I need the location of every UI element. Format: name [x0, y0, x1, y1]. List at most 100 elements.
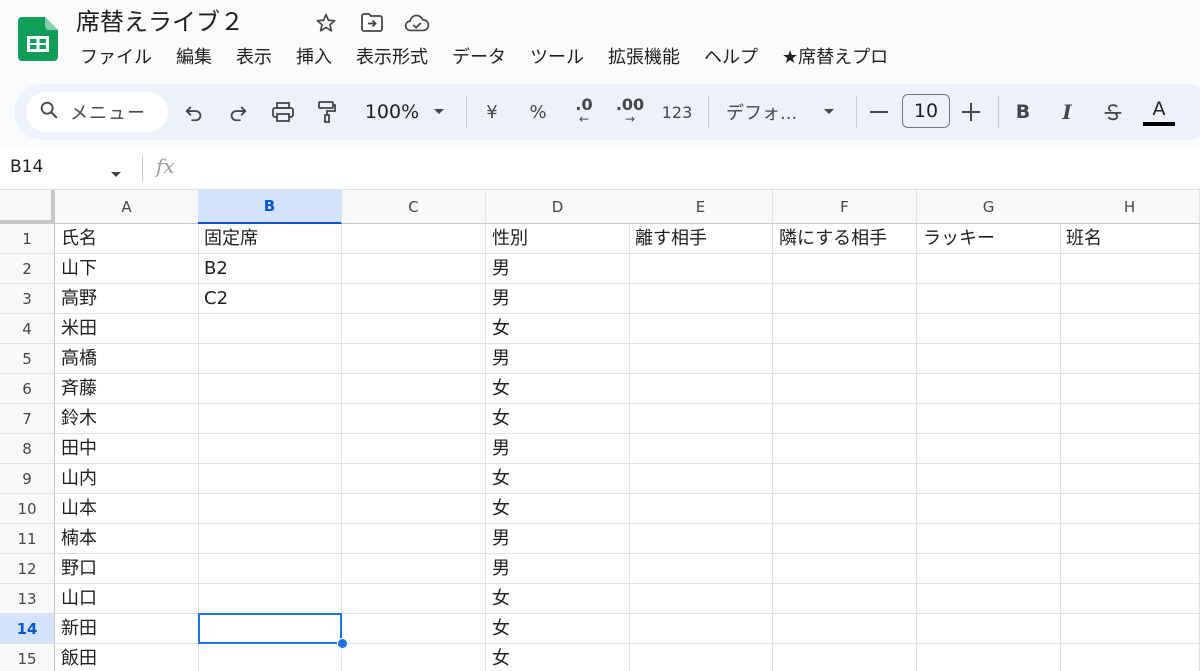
row-header-11[interactable]: 11	[0, 524, 55, 554]
cell-d13[interactable]: 女	[486, 584, 630, 614]
column-header-e[interactable]: E	[629, 190, 773, 224]
cell-e15[interactable]	[629, 644, 773, 671]
cell-g2[interactable]	[917, 254, 1061, 284]
cell-e2[interactable]	[629, 254, 773, 284]
cell-b6[interactable]	[198, 374, 342, 404]
cell-c10[interactable]	[342, 494, 486, 524]
cell-f15[interactable]	[773, 644, 917, 671]
cell-a6[interactable]: 斉藤	[55, 374, 199, 404]
cell-d8[interactable]: 男	[486, 434, 630, 464]
cell-f13[interactable]	[773, 584, 917, 614]
cell-f7[interactable]	[773, 404, 917, 434]
cell-f5[interactable]	[773, 344, 917, 374]
cell-c8[interactable]	[342, 434, 486, 464]
cell-a15[interactable]: 飯田	[55, 644, 199, 671]
cell-f1[interactable]: 隣にする相手	[773, 224, 917, 254]
row-header-3[interactable]: 3	[0, 284, 55, 314]
cell-g3[interactable]	[917, 284, 1061, 314]
decrease-font-size-icon[interactable]	[866, 96, 892, 128]
cell-g11[interactable]	[917, 524, 1061, 554]
cell-d12[interactable]: 男	[486, 554, 630, 584]
cell-g9[interactable]	[917, 464, 1061, 494]
cell-c6[interactable]	[342, 374, 486, 404]
cell-h3[interactable]	[1060, 284, 1200, 314]
cell-d3[interactable]: 男	[486, 284, 630, 314]
font-size-input[interactable]: 10	[902, 94, 950, 128]
menu-file[interactable]: ファイル	[68, 43, 164, 73]
font-dropdown-icon[interactable]	[818, 96, 840, 128]
menu-search-box[interactable]: メニュー	[26, 92, 168, 132]
cell-d9[interactable]: 女	[486, 464, 630, 494]
cell-h6[interactable]	[1060, 374, 1200, 404]
bold-button[interactable]: B	[1010, 96, 1036, 128]
cell-a9[interactable]: 山内	[55, 464, 199, 494]
cell-a13[interactable]: 山口	[55, 584, 199, 614]
column-header-b[interactable]: B	[198, 190, 342, 224]
menu-view[interactable]: 表示	[224, 43, 284, 73]
cell-e14[interactable]	[629, 614, 773, 644]
name-box-dropdown-icon[interactable]	[110, 164, 122, 183]
cell-c7[interactable]	[342, 404, 486, 434]
cell-b4[interactable]	[198, 314, 342, 344]
cell-a14[interactable]: 新田	[55, 614, 199, 644]
star-icon[interactable]	[313, 10, 339, 36]
cell-a10[interactable]: 山本	[55, 494, 199, 524]
cell-f6[interactable]	[773, 374, 917, 404]
row-header-12[interactable]: 12	[0, 554, 55, 584]
cell-a3[interactable]: 高野	[55, 284, 199, 314]
cell-a12[interactable]: 野口	[55, 554, 199, 584]
cell-e6[interactable]	[629, 374, 773, 404]
row-header-1[interactable]: 1	[0, 224, 55, 254]
spreadsheet-grid[interactable]: A B C D E F G H 1 氏名 固定席 性別 離す相手 隣にする相手 ラッキー 班名 2 山下 B2 男 3 高…	[0, 190, 1200, 671]
cell-d10[interactable]: 女	[486, 494, 630, 524]
cell-h10[interactable]	[1060, 494, 1200, 524]
cell-h5[interactable]	[1060, 344, 1200, 374]
cell-h14[interactable]	[1060, 614, 1200, 644]
cell-h1[interactable]: 班名	[1060, 224, 1200, 254]
strikethrough-button[interactable]	[1100, 96, 1126, 128]
cell-f14[interactable]	[773, 614, 917, 644]
print-icon[interactable]	[267, 96, 299, 128]
cell-d14[interactable]: 女	[486, 614, 630, 644]
cell-g13[interactable]	[917, 584, 1061, 614]
cell-c15[interactable]	[342, 644, 486, 671]
cloud-saved-icon[interactable]	[404, 10, 430, 36]
cell-e13[interactable]	[629, 584, 773, 614]
cell-b7[interactable]	[198, 404, 342, 434]
cell-h15[interactable]	[1060, 644, 1200, 671]
cell-c5[interactable]	[342, 344, 486, 374]
number-format-button[interactable]: 123	[660, 96, 694, 128]
cell-c14[interactable]	[342, 614, 486, 644]
cell-f9[interactable]	[773, 464, 917, 494]
cell-b2[interactable]: B2	[198, 254, 342, 284]
cell-d15[interactable]: 女	[486, 644, 630, 671]
cell-c3[interactable]	[342, 284, 486, 314]
cell-h8[interactable]	[1060, 434, 1200, 464]
undo-icon[interactable]	[178, 96, 210, 128]
column-header-d[interactable]: D	[486, 190, 630, 224]
cell-b8[interactable]	[198, 434, 342, 464]
cell-a11[interactable]: 楠本	[55, 524, 199, 554]
increase-font-size-icon[interactable]	[958, 96, 984, 128]
column-header-g[interactable]: G	[917, 190, 1061, 224]
cell-c11[interactable]	[342, 524, 486, 554]
cell-d6[interactable]: 女	[486, 374, 630, 404]
menu-format[interactable]: 表示形式	[344, 43, 440, 73]
cell-e4[interactable]	[629, 314, 773, 344]
cell-b15[interactable]	[198, 644, 342, 671]
menu-extensions[interactable]: 拡張機能	[596, 43, 692, 73]
cell-g14[interactable]	[917, 614, 1061, 644]
cell-g8[interactable]	[917, 434, 1061, 464]
menu-data[interactable]: データ	[440, 43, 518, 73]
column-header-h[interactable]: H	[1060, 190, 1200, 224]
cell-c9[interactable]	[342, 464, 486, 494]
cell-h11[interactable]	[1060, 524, 1200, 554]
cell-h7[interactable]	[1060, 404, 1200, 434]
cell-d1[interactable]: 性別	[486, 224, 630, 254]
row-header-10[interactable]: 10	[0, 494, 55, 524]
percent-format-button[interactable]: %	[526, 96, 550, 128]
cell-h9[interactable]	[1060, 464, 1200, 494]
cell-e1[interactable]: 離す相手	[629, 224, 773, 254]
decrease-decimal-button[interactable]: .0 ←	[568, 96, 600, 128]
menu-tools[interactable]: ツール	[518, 43, 596, 73]
